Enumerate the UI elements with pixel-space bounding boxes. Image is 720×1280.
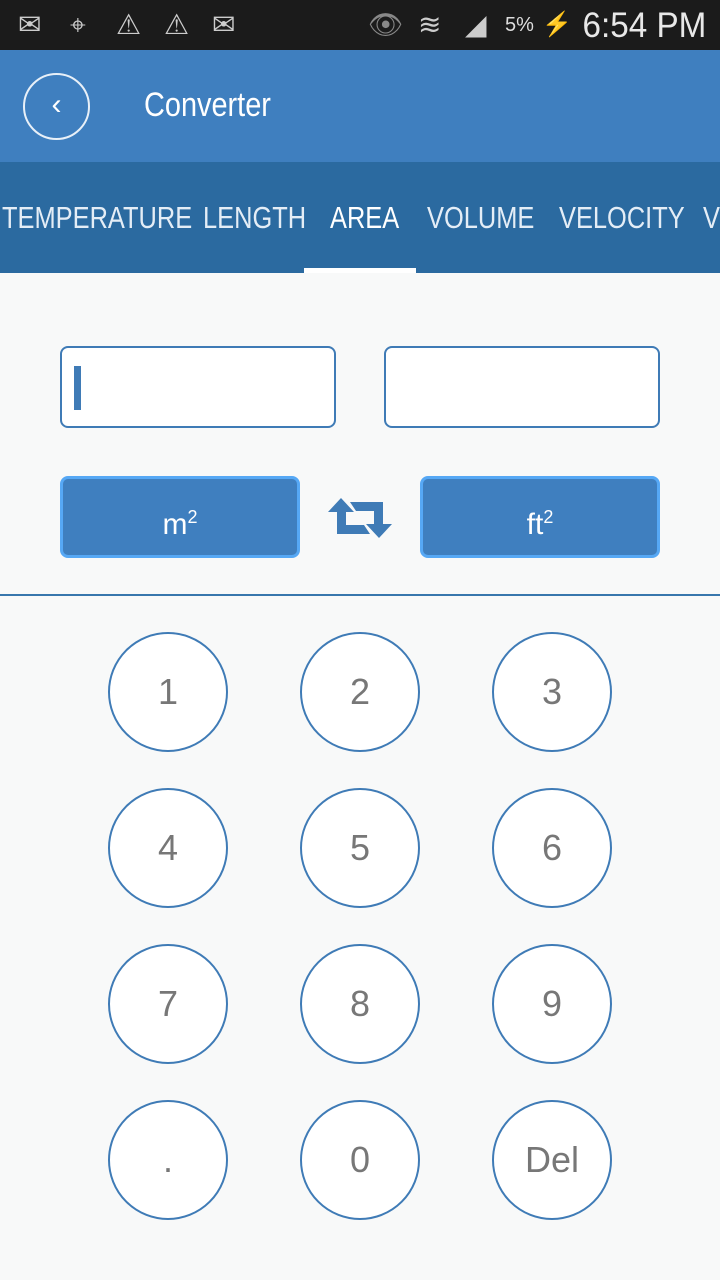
output-field[interactable] (384, 346, 660, 428)
key-6[interactable]: 6 (492, 788, 612, 908)
category-tabs: TEMPERATURE LENGTH AREA VOLUME VELOCITY … (0, 162, 720, 273)
tab-volume[interactable]: VOLUME (427, 200, 534, 236)
tab-temperature[interactable]: TEMPERATURE (2, 200, 192, 236)
wifi-icon: ≋ (418, 9, 442, 40)
tab-area[interactable]: AREA (330, 200, 399, 236)
chevron-left-icon: ‹ (51, 88, 62, 121)
tab-more[interactable]: VO (703, 200, 720, 236)
tab-velocity[interactable]: VELOCITY (559, 200, 685, 236)
key-1[interactable]: 1 (108, 632, 228, 752)
warning-icon: ⚠ (116, 9, 142, 40)
gps-icon: ⌖ (70, 9, 86, 40)
key-7[interactable]: 7 (108, 944, 228, 1064)
key-decimal[interactable]: . (108, 1100, 228, 1220)
divider (0, 594, 720, 596)
key-0[interactable]: 0 (300, 1100, 420, 1220)
back-button[interactable]: ‹ (23, 73, 90, 140)
email-icon: ✉ (212, 9, 236, 40)
warning-icon: ⚠ (164, 9, 190, 40)
app-header: ‹ Converter (0, 50, 720, 162)
input-field[interactable] (60, 346, 336, 428)
key-9[interactable]: 9 (492, 944, 612, 1064)
key-delete[interactable]: Del (492, 1100, 612, 1220)
swap-arrows-icon[interactable] (327, 498, 393, 538)
signal-icon: ◢ (465, 9, 487, 40)
key-8[interactable]: 8 (300, 944, 420, 1064)
eye-icon: 👁 (368, 9, 404, 40)
from-unit-button[interactable]: m2 (60, 476, 300, 558)
key-3[interactable]: 3 (492, 632, 612, 752)
text-cursor (74, 366, 81, 410)
key-4[interactable]: 4 (108, 788, 228, 908)
tab-length[interactable]: LENGTH (203, 200, 306, 236)
key-5[interactable]: 5 (300, 788, 420, 908)
active-tab-indicator (304, 268, 416, 273)
battery-charging-icon: ⚡ (542, 11, 572, 38)
key-2[interactable]: 2 (300, 632, 420, 752)
page-title: Converter (144, 86, 271, 124)
battery-percent: 5% (505, 14, 534, 36)
to-unit-button[interactable]: ft2 (420, 476, 660, 558)
status-bar: ✉ ⌖ ⚠ ⚠ ✉ 👁 ≋ ◢ 5% ⚡ 6:54 PM (0, 0, 720, 50)
clock: 6:54 PM (582, 6, 706, 45)
mail-icon: ✉ (18, 9, 42, 40)
